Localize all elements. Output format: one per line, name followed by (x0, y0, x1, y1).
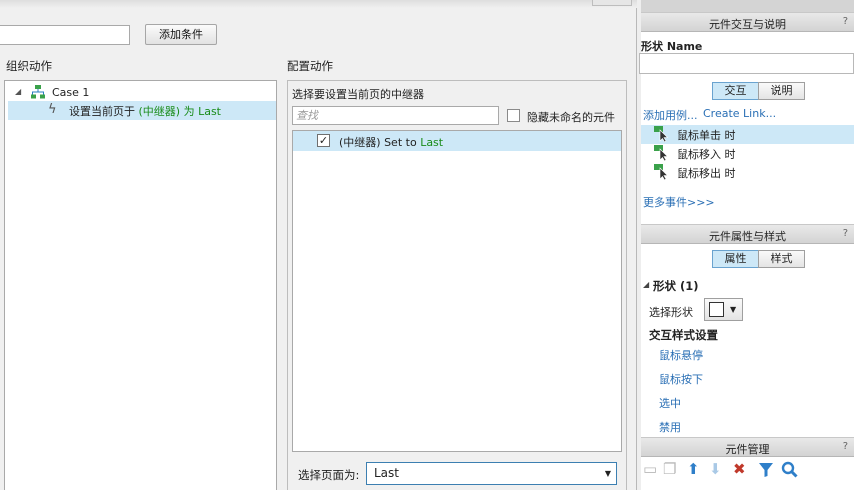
dialog-title-bar (0, 0, 637, 8)
create-link[interactable]: Create Link... (703, 107, 776, 120)
shape-name-input[interactable] (639, 53, 854, 74)
action-label: 设置当前页于 (中继器) 为 Last (69, 105, 221, 118)
lightning-icon: ϟ (48, 102, 57, 117)
cursor-event-icon (654, 126, 669, 142)
help-icon[interactable]: ? (843, 441, 848, 452)
event-item-mouse-enter[interactable]: 鼠标移入 时 (641, 144, 854, 163)
collapse-triangle-icon[interactable]: ◢ (15, 87, 21, 96)
event-item-click[interactable]: 鼠标单击 时 (641, 125, 854, 144)
style-mouse-down-link[interactable]: 鼠标按下 (659, 371, 703, 387)
shape-picker-dropdown[interactable]: ▼ (704, 298, 743, 321)
more-events-link[interactable]: 更多事件>>> (643, 194, 715, 210)
select-shape-label: 选择形状 (649, 306, 693, 319)
tab-style[interactable]: 样式 (758, 250, 805, 268)
chevron-down-icon[interactable]: ▼ (605, 469, 611, 478)
hide-unnamed-label[interactable]: 隐藏未命名的元件 (527, 109, 615, 125)
hide-unnamed-checkbox[interactable] (507, 109, 520, 122)
search-icon[interactable] (781, 461, 798, 478)
right-inspector-panel: 元件交互与说明 ? 形状 Name 交互 说明 添加用例... Create L… (639, 0, 854, 490)
panel-top-strip (641, 0, 854, 12)
delete-icon[interactable]: ✖ (733, 460, 746, 478)
page-select-dropdown[interactable]: Last ▼ (366, 462, 617, 485)
interaction-panel-title: 元件交互与说明 (709, 18, 786, 31)
case-label: Case 1 (52, 86, 90, 99)
help-icon[interactable]: ? (843, 16, 848, 27)
case-node-icon (31, 85, 45, 99)
repeater-list-item[interactable]: ✓ (中继器) Set to Last (293, 131, 621, 151)
event-label: 鼠标单击 时 (677, 129, 736, 142)
widget-manager-toolbar: ▭ ❐ ⬆ ⬇ ✖ (641, 458, 854, 482)
move-down-icon[interactable]: ⬇ (709, 460, 722, 478)
collapse-triangle-icon[interactable]: ◢ (643, 280, 649, 289)
filter-icon[interactable] (758, 462, 774, 478)
widget-manager-header: 元件管理 ? (641, 437, 854, 457)
style-selected-link[interactable]: 选中 (659, 395, 681, 411)
organize-actions-title: 组织动作 (6, 59, 52, 73)
add-case-link[interactable]: 添加用例... (643, 107, 698, 123)
shape-name-title: 形状 Name (641, 40, 703, 53)
repeater-checkbox[interactable]: ✓ (317, 134, 330, 147)
select-repeater-label: 选择要设置当前页的中继器 (292, 88, 424, 101)
duplicate-icon[interactable]: ❐ (663, 460, 676, 478)
search-input[interactable] (292, 106, 499, 125)
event-label: 鼠标移出 时 (677, 167, 736, 180)
chevron-down-icon[interactable]: ▼ (730, 305, 736, 314)
page-select-label: 选择页面为: (298, 468, 360, 482)
interaction-style-title: 交互样式设置 (649, 328, 718, 342)
tab-interaction[interactable]: 交互 (712, 82, 759, 100)
interaction-panel-header: 元件交互与说明 ? (641, 12, 854, 32)
style-disabled-link[interactable]: 禁用 (659, 419, 681, 435)
repeater-list: ✓ (中继器) Set to Last (292, 130, 622, 452)
shape-section-title[interactable]: 形状 (1) (653, 278, 699, 294)
case-editor-dialog: 添加条件 组织动作 配置动作 ◢ Case 1 ϟ 设置当前页于 (中继器) 为… (0, 0, 637, 490)
widget-manager-title: 元件管理 (725, 443, 770, 456)
cursor-event-icon (654, 164, 669, 180)
tab-properties[interactable]: 属性 (712, 250, 759, 268)
tab-notes[interactable]: 说明 (758, 82, 805, 100)
help-icon[interactable]: ? (843, 228, 848, 239)
case-name-input[interactable] (0, 25, 130, 45)
properties-panel-title: 元件属性与样式 (709, 230, 786, 243)
configure-actions-panel: 选择要设置当前页的中继器 隐藏未命名的元件 ✓ (中继器) Set to Las… (287, 80, 627, 490)
style-hover-link[interactable]: 鼠标悬停 (659, 347, 703, 363)
cursor-event-icon (654, 145, 669, 161)
tree-action-row[interactable]: ϟ 设置当前页于 (中继器) 为 Last (8, 101, 276, 120)
page-icon[interactable]: ▭ (643, 460, 657, 478)
properties-panel-header: 元件属性与样式 ? (641, 224, 854, 244)
add-condition-button[interactable]: 添加条件 (145, 24, 217, 45)
actions-tree: ◢ Case 1 ϟ 设置当前页于 (中继器) 为 Last (4, 80, 277, 490)
repeater-item-label: (中继器) Set to Last (339, 136, 444, 149)
event-item-mouse-leave[interactable]: 鼠标移出 时 (641, 163, 854, 182)
move-up-icon[interactable]: ⬆ (687, 460, 700, 478)
rectangle-shape-icon (709, 302, 724, 317)
configure-actions-title: 配置动作 (287, 59, 333, 73)
tree-case-row[interactable]: ◢ Case 1 (11, 84, 276, 102)
event-label: 鼠标移入 时 (677, 148, 736, 161)
dialog-close-button[interactable] (592, 0, 632, 6)
page-select-value: Last (374, 466, 399, 480)
